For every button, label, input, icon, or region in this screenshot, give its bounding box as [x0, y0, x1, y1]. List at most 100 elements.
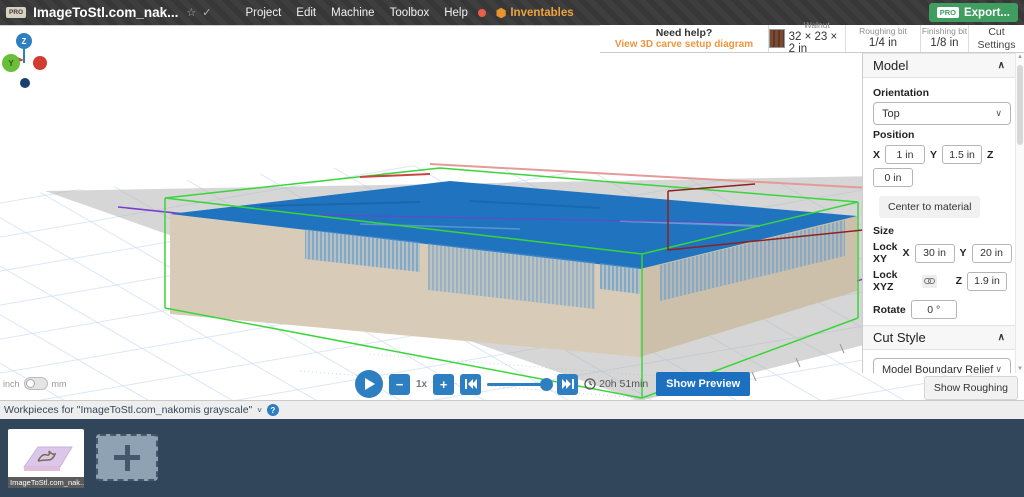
- axis-gizmo[interactable]: Z Y: [2, 29, 50, 89]
- saved-check-icon: ✓: [202, 7, 212, 19]
- pro-badge-icon: PRO: [6, 7, 27, 18]
- menu-help[interactable]: Help: [444, 7, 468, 19]
- add-workpiece-button[interactable]: [96, 434, 158, 481]
- workpiece-thumbnail[interactable]: ImageToStl.com_nak...: [8, 429, 84, 488]
- speed-value: 1x: [416, 378, 428, 390]
- timeline-slider[interactable]: [487, 377, 554, 391]
- cut-style-value: Model Boundary Relief: [882, 363, 994, 374]
- carve-setup-bar: Need help? View 3D carve setup diagram W…: [600, 20, 1024, 55]
- export-button[interactable]: PRO Export...: [928, 3, 1018, 22]
- cut-style-section-header[interactable]: Cut Style ∧: [863, 325, 1015, 350]
- size-x-label: X: [902, 247, 910, 259]
- export-pro-badge: PRO: [936, 7, 959, 18]
- lock-xyz-label: Lock XYZ: [873, 269, 898, 293]
- play-icon: [364, 378, 375, 390]
- roughing-bit-selector[interactable]: Roughing bit 1/4 in: [845, 25, 920, 52]
- position-y-input[interactable]: [942, 145, 983, 164]
- walnut-swatch-icon: [769, 29, 785, 48]
- orientation-label: Orientation: [873, 87, 930, 99]
- show-roughing-button[interactable]: Show Roughing: [923, 376, 1018, 400]
- collapse-icon[interactable]: ∧: [998, 332, 1005, 343]
- material-dimensions: 32 × 23 × 2 in: [788, 30, 838, 56]
- position-x-label: X: [873, 148, 881, 161]
- position-z-label: Z: [987, 148, 994, 161]
- menu-edit[interactable]: Edit: [296, 7, 316, 19]
- carve-time-estimate: 20h 51min: [584, 378, 648, 390]
- cut-style-title: Cut Style: [873, 330, 926, 345]
- size-z-input[interactable]: [967, 271, 1007, 291]
- cut-style-select[interactable]: Model Boundary Relief ∨: [873, 358, 1011, 373]
- size-y-input[interactable]: [971, 243, 1012, 263]
- inventables-label: Inventables: [510, 6, 574, 19]
- menu-items: Project Edit Machine Toolbox Help: [245, 7, 467, 19]
- position-x-input[interactable]: [885, 145, 926, 164]
- workpieces-tray: ImageToStl.com_nak...: [0, 419, 1024, 497]
- workpieces-help-icon[interactable]: ?: [266, 404, 279, 416]
- project-title: ImageToStl.com_nak...: [33, 5, 179, 20]
- lock-xy-label: Lock XY: [873, 241, 898, 265]
- collapse-icon[interactable]: ∧: [998, 60, 1005, 71]
- orientation-select[interactable]: Top ∨: [873, 102, 1011, 125]
- rotate-input[interactable]: [910, 300, 957, 319]
- skip-end-icon: [561, 379, 574, 389]
- material-selector[interactable]: Walnut 32 × 23 × 2 in: [768, 20, 845, 55]
- clock-icon: [584, 378, 596, 390]
- axis-y-label: Y: [8, 59, 14, 68]
- finishing-bit-selector[interactable]: Finishing bit 1/8 in: [920, 25, 968, 52]
- model-section-header[interactable]: Model ∧: [863, 53, 1015, 78]
- chevron-down-icon: ∨: [995, 108, 1002, 118]
- star-icon[interactable]: ☆: [186, 6, 196, 19]
- skip-to-start-button[interactable]: [460, 373, 482, 395]
- workpiece-thumbnail-label: ImageToStl.com_nak...: [8, 477, 84, 488]
- plus-icon: [124, 444, 130, 471]
- axis-bottom-handle[interactable]: [20, 78, 30, 88]
- slider-handle[interactable]: [540, 377, 554, 391]
- menu-toolbox[interactable]: Toolbox: [390, 7, 430, 19]
- carve-time-text: 20h 51min: [599, 378, 649, 390]
- show-preview-button[interactable]: Show Preview: [656, 372, 751, 396]
- position-y-label: Y: [930, 148, 938, 161]
- roughing-bit-label: Roughing bit: [859, 26, 907, 36]
- simulation-playback-bar: − 1x + 20h 51min Show Preview: [355, 370, 751, 398]
- notification-dot-icon: [477, 8, 486, 17]
- finishing-bit-value: 1/8 in: [930, 36, 959, 49]
- link-icon[interactable]: [921, 274, 937, 288]
- workpieces-header-text: Workpieces for "ImageToStl.com_nakomis g…: [4, 404, 253, 416]
- inventables-link[interactable]: ⬢ Inventables: [496, 6, 574, 20]
- position-z-input[interactable]: [873, 168, 913, 187]
- skip-to-end-button[interactable]: [557, 373, 579, 395]
- unit-inch-label: inch: [3, 378, 20, 389]
- size-z-label: Z: [955, 275, 962, 287]
- scroll-down-icon[interactable]: ▼: [1017, 366, 1023, 372]
- axis-x-handle[interactable]: [33, 56, 47, 70]
- menu-project[interactable]: Project: [245, 7, 281, 19]
- finishing-bit-label: Finishing bit: [921, 26, 968, 36]
- workpiece-preview-image: [23, 446, 73, 471]
- model-settings-panel: Model ∧ Orientation Top ∨ Position X Y Z…: [862, 53, 1024, 373]
- speed-increase-button[interactable]: +: [433, 373, 455, 395]
- material-name: Walnut: [803, 20, 830, 31]
- size-label: Size: [873, 225, 895, 237]
- speed-decrease-button[interactable]: −: [389, 373, 410, 395]
- scroll-up-icon[interactable]: ▲: [1017, 54, 1023, 60]
- cut-settings-button[interactable]: Cut Settings: [968, 25, 1024, 52]
- workpieces-header-bar[interactable]: Workpieces for "ImageToStl.com_nakomis g…: [0, 400, 1024, 419]
- unit-toggle-switch[interactable]: [23, 377, 48, 390]
- unit-mm-label: mm: [51, 378, 67, 389]
- export-label: Export...: [963, 7, 1010, 19]
- roughing-bit-value: 1/4 in: [868, 36, 898, 49]
- inventables-logo-icon: ⬢: [495, 5, 507, 20]
- size-y-label: Y: [959, 247, 967, 259]
- center-to-material-button[interactable]: Center to material: [879, 196, 981, 218]
- play-button[interactable]: [355, 370, 383, 398]
- scrollbar-thumb[interactable]: [1017, 65, 1023, 145]
- top-menu-bar: PRO ImageToStl.com_nak... ☆ ✓ Project Ed…: [0, 0, 1024, 25]
- orientation-value: Top: [882, 107, 900, 120]
- model-section-title: Model: [873, 58, 909, 73]
- axis-z-label: Z: [22, 37, 27, 46]
- need-help-title: Need help?: [655, 26, 713, 39]
- size-x-input[interactable]: [914, 243, 955, 263]
- menu-machine[interactable]: Machine: [331, 7, 374, 19]
- chevron-down-icon[interactable]: ˅: [257, 406, 262, 415]
- setup-diagram-link[interactable]: View 3D carve setup diagram: [615, 39, 753, 51]
